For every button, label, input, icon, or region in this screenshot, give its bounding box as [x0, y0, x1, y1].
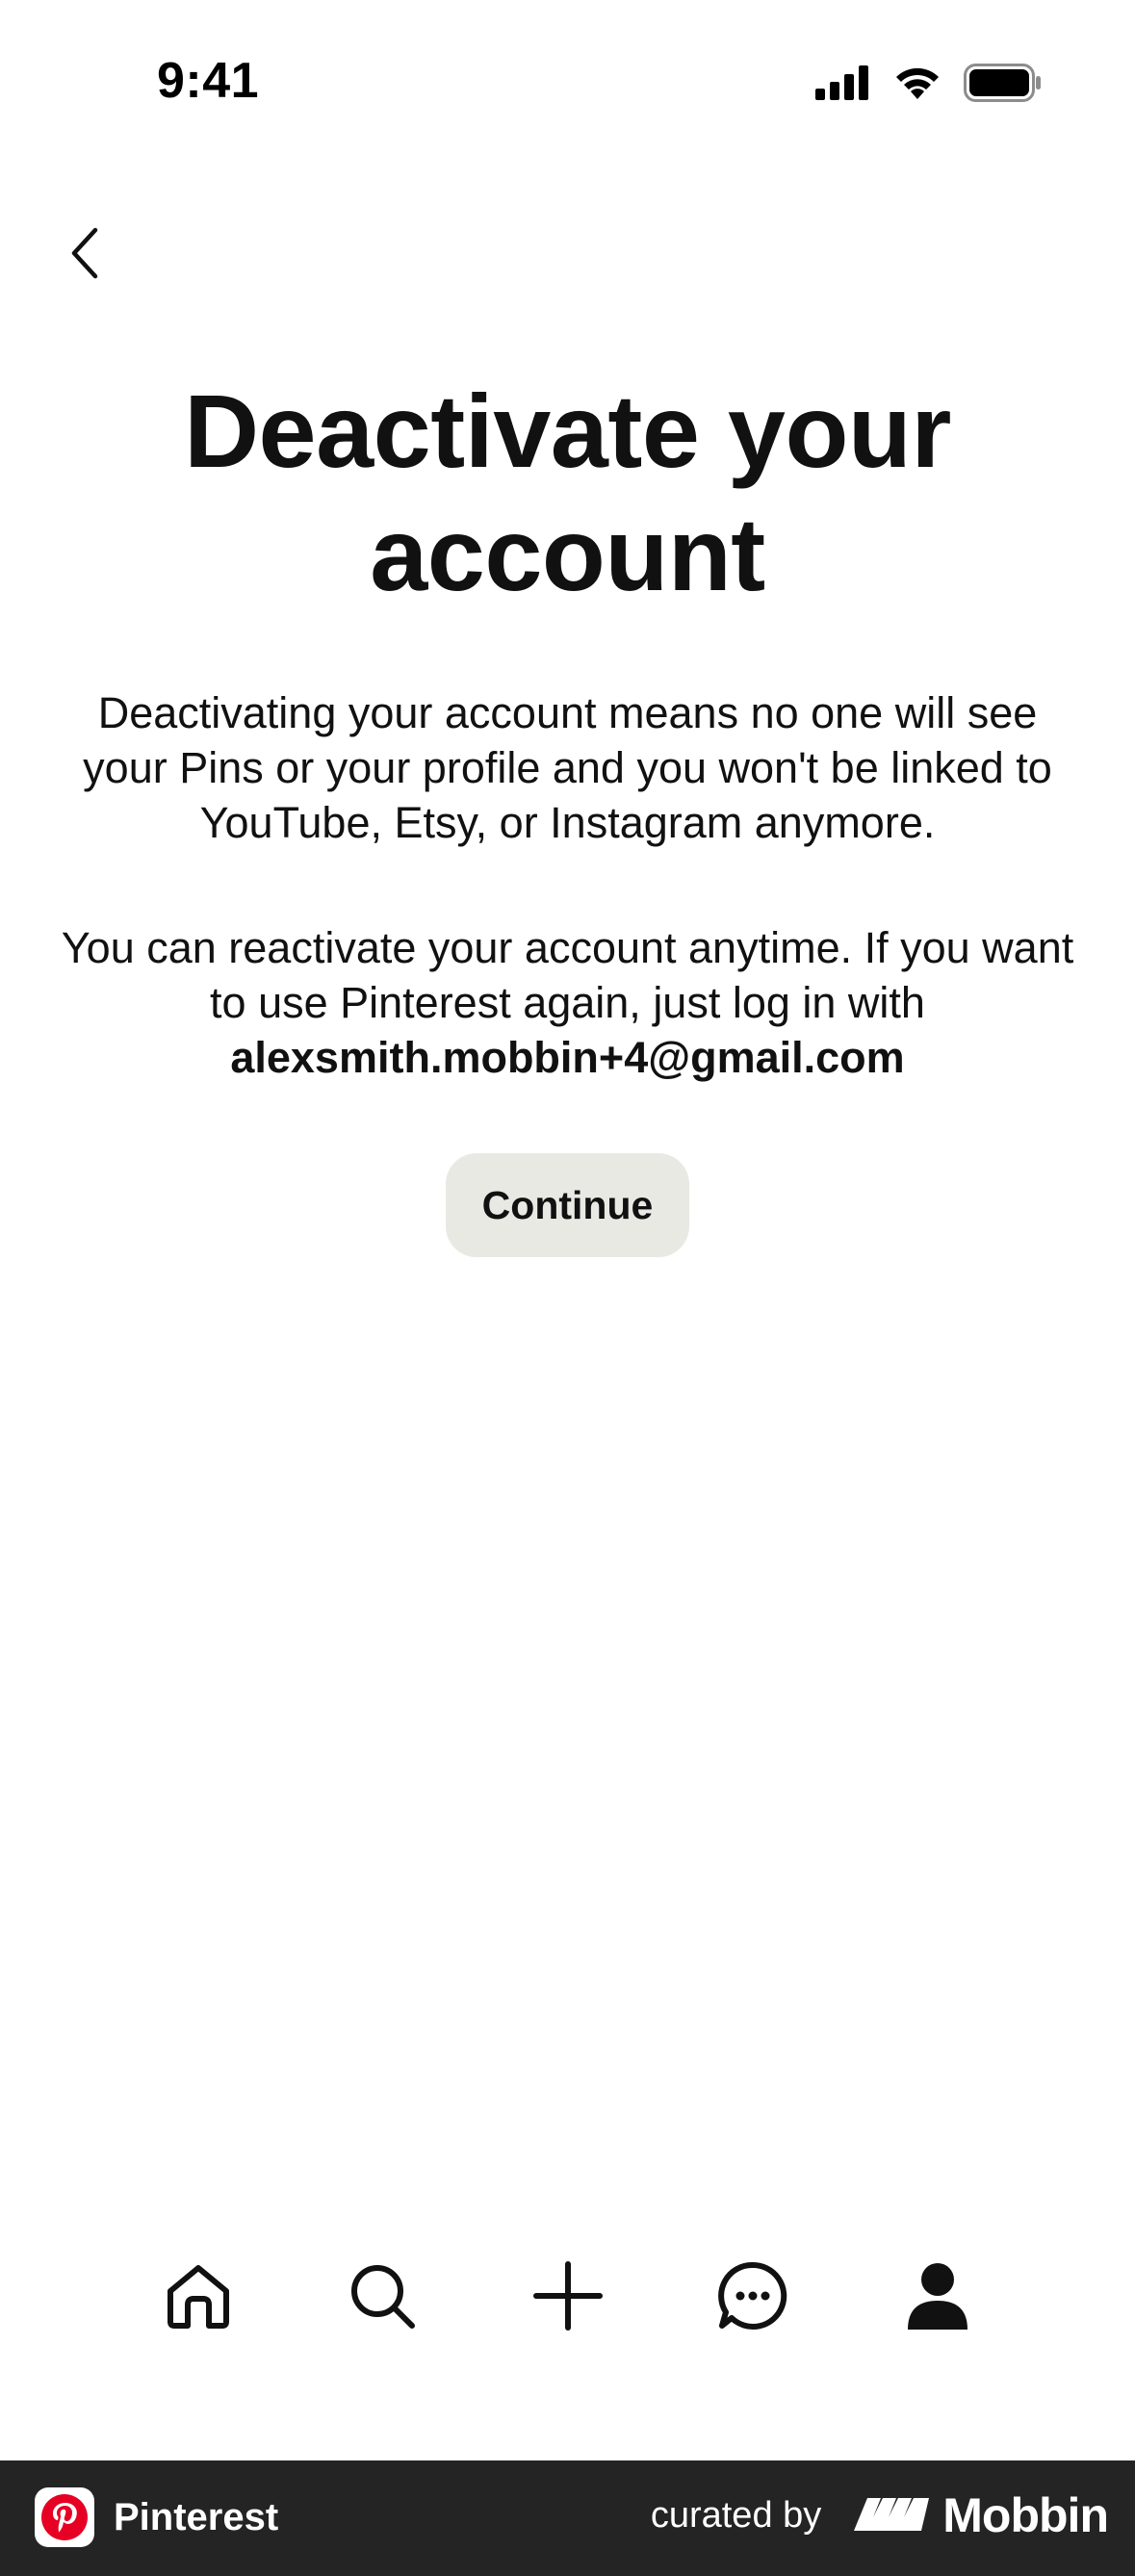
reactivation-description: You can reactivate your account anytime.…	[58, 920, 1077, 1085]
page-title: Deactivate your account	[87, 370, 1048, 616]
footer-app: Pinterest	[35, 2487, 278, 2547]
search-icon	[347, 2260, 418, 2336]
pinterest-logo-icon	[35, 2487, 94, 2547]
tab-create[interactable]	[525, 2243, 611, 2354]
footer-curated-by: curated by	[650, 2494, 822, 2536]
tab-messages[interactable]	[709, 2243, 796, 2354]
status-icons	[815, 64, 1043, 107]
wifi-icon	[892, 64, 942, 106]
chat-icon	[717, 2260, 788, 2336]
plus-icon	[532, 2260, 604, 2336]
cellular-signal-icon	[815, 65, 871, 105]
battery-icon	[964, 64, 1043, 107]
footer-app-name: Pinterest	[114, 2495, 279, 2538]
reactivation-text: You can reactivate your account anytime.…	[61, 923, 1074, 1027]
status-time: 9:41	[157, 53, 260, 109]
status-bar: 9:41	[0, 0, 1135, 164]
page-title-line2: account	[370, 496, 765, 612]
continue-button[interactable]: Continue	[446, 1153, 689, 1257]
chevron-left-icon	[68, 226, 101, 285]
back-button[interactable]	[56, 221, 114, 289]
footer-bar: Pinterest curated by Mobbin	[0, 2460, 1135, 2576]
mobbin-brand: Mobbin	[854, 2487, 1109, 2543]
tab-profile[interactable]	[894, 2243, 981, 2354]
footer-credit: curated by Mobbin	[650, 2487, 1109, 2543]
page-title-line1: Deactivate your	[184, 373, 951, 489]
mobbin-wordmark: Mobbin	[942, 2488, 1109, 2542]
home-icon	[163, 2260, 234, 2336]
bottom-tab-bar	[0, 2243, 1135, 2354]
profile-icon	[902, 2260, 973, 2336]
deactivation-description: Deactivating your account means no one w…	[83, 688, 1052, 847]
account-email: alexsmith.mobbin+4@gmail.com	[230, 1033, 905, 1082]
mobbin-logo-icon	[854, 2494, 931, 2537]
tab-search[interactable]	[339, 2243, 426, 2354]
tab-home[interactable]	[155, 2243, 242, 2354]
